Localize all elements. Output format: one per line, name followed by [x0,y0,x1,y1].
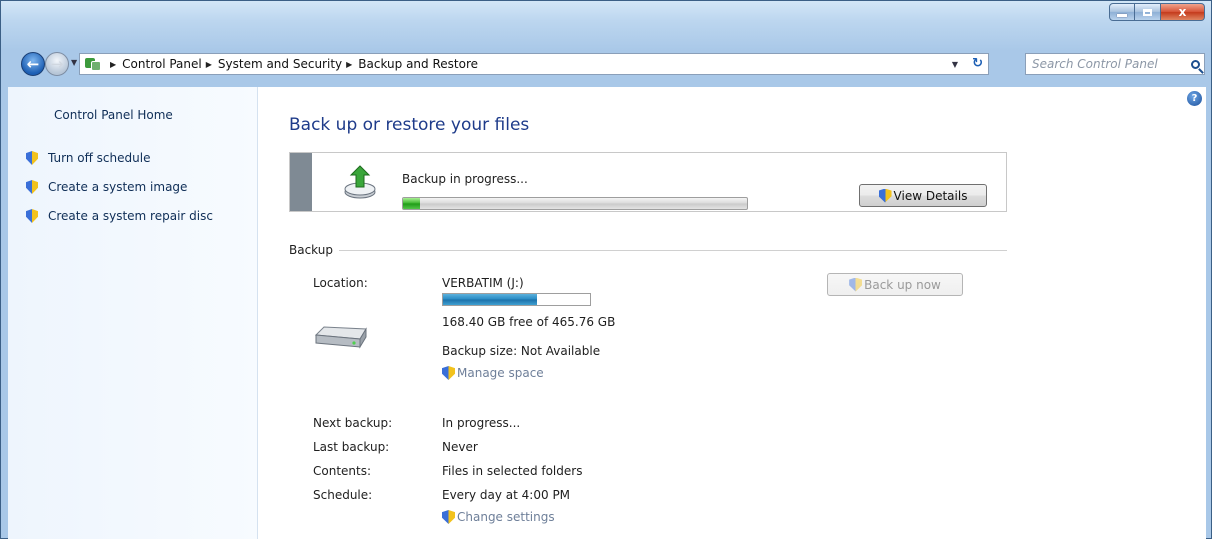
last-backup-value: Never [442,440,478,454]
schedule-value: Every day at 4:00 PM [442,488,571,502]
address-bar[interactable]: ▶ Control Panel ▶ System and Security ▶ … [79,53,989,75]
next-backup-label: Next backup: [313,416,393,430]
manage-space-label: Manage space [457,366,544,380]
back-up-now-button[interactable]: Back up now [827,273,963,296]
last-backup-label: Last backup: [313,440,390,454]
uac-shield-icon [442,366,455,380]
main-content: ? Back up or restore your files Backup i… [258,87,1206,539]
back-arrow-icon: ← [26,55,40,73]
change-settings-label: Change settings [457,510,555,524]
page-title: Back up or restore your files [289,115,530,135]
search-input[interactable]: Search Control Panel [1025,53,1205,75]
sidebar-task-label: Create a system image [48,180,188,194]
uac-shield-icon [26,151,38,165]
backup-progress-bar [402,197,748,210]
sidebar-task-label: Turn off schedule [48,151,151,165]
backup-icon [344,165,376,199]
section-divider [339,249,1007,251]
sidebar-task-create-system-image[interactable]: Create a system image [26,180,187,194]
external-drive-icon [314,326,367,349]
sidebar-task-turn-off-schedule[interactable]: Turn off schedule [26,151,150,165]
forward-arrow-icon: → [50,55,64,73]
forward-button[interactable]: → [45,52,69,76]
window: x ← → ▼ ▶ Control Panel ▶ System and Sec… [0,0,1212,539]
search-placeholder: Search Control Panel [1032,57,1158,71]
address-dropdown-icon[interactable]: ▼ [952,60,958,69]
uac-shield-icon [26,209,38,223]
help-icon[interactable]: ? [1187,91,1202,106]
contents-label: Contents: [313,464,372,478]
refresh-icon[interactable]: ↻ [972,56,983,71]
minimize-button[interactable] [1109,3,1135,21]
location-label: Location: [313,276,368,290]
view-details-button[interactable]: View Details [859,184,987,207]
contents-value: Files in selected folders [442,464,583,478]
uac-shield-icon [442,510,455,524]
backup-section-label: Backup [289,243,333,257]
free-space-text: 168.40 GB free of 465.76 GB [442,315,616,329]
change-settings-link[interactable]: Change settings [442,510,555,524]
breadcrumb-control-panel[interactable]: Control Panel [122,57,202,71]
breadcrumb-system-and-security[interactable]: System and Security [218,57,342,71]
backup-progress-panel: Backup in progress... View Details [289,152,1007,212]
maximize-icon [1143,8,1152,16]
maximize-button[interactable] [1135,3,1161,21]
drive-space-bar [442,293,591,306]
sidebar: Control Panel Home Turn off schedule Cre… [8,87,258,539]
search-icon[interactable] [1191,59,1200,69]
progress-panel-stripe [290,153,312,211]
backup-progress-fill [403,198,421,209]
uac-shield-icon [26,180,38,194]
view-details-label: View Details [893,188,968,203]
close-button[interactable]: x [1161,3,1205,21]
breadcrumb-backup-and-restore[interactable]: Backup and Restore [358,57,478,71]
control-panel-icon [84,56,102,72]
back-up-now-label: Back up now [864,277,941,292]
control-panel-home-link[interactable]: Control Panel Home [54,108,173,122]
sidebar-task-create-repair-disc[interactable]: Create a system repair disc [26,209,213,223]
caption-buttons: x [1109,3,1205,21]
navigation-bar: ← → ▼ ▶ Control Panel ▶ System and Secur… [21,51,1205,77]
breadcrumb-separator-icon[interactable]: ▶ [110,60,116,69]
schedule-label: Schedule: [313,488,373,502]
breadcrumb-separator-icon[interactable]: ▶ [346,60,352,69]
next-backup-value: In progress... [442,416,521,430]
location-value: VERBATIM (J:) [442,276,524,290]
progress-status-label: Backup in progress... [402,172,528,186]
history-dropdown-icon[interactable]: ▼ [71,58,77,67]
manage-space-link[interactable]: Manage space [442,366,544,380]
drive-space-fill [443,294,538,305]
uac-shield-icon [849,277,863,292]
sidebar-task-label: Create a system repair disc [48,209,213,223]
minimize-icon [1117,13,1127,17]
backup-section-header: Backup [289,243,1007,257]
backup-size-text: Backup size: Not Available [442,344,601,358]
uac-shield-icon [878,188,892,203]
back-button[interactable]: ← [21,52,45,76]
breadcrumb-separator-icon[interactable]: ▶ [206,60,212,69]
